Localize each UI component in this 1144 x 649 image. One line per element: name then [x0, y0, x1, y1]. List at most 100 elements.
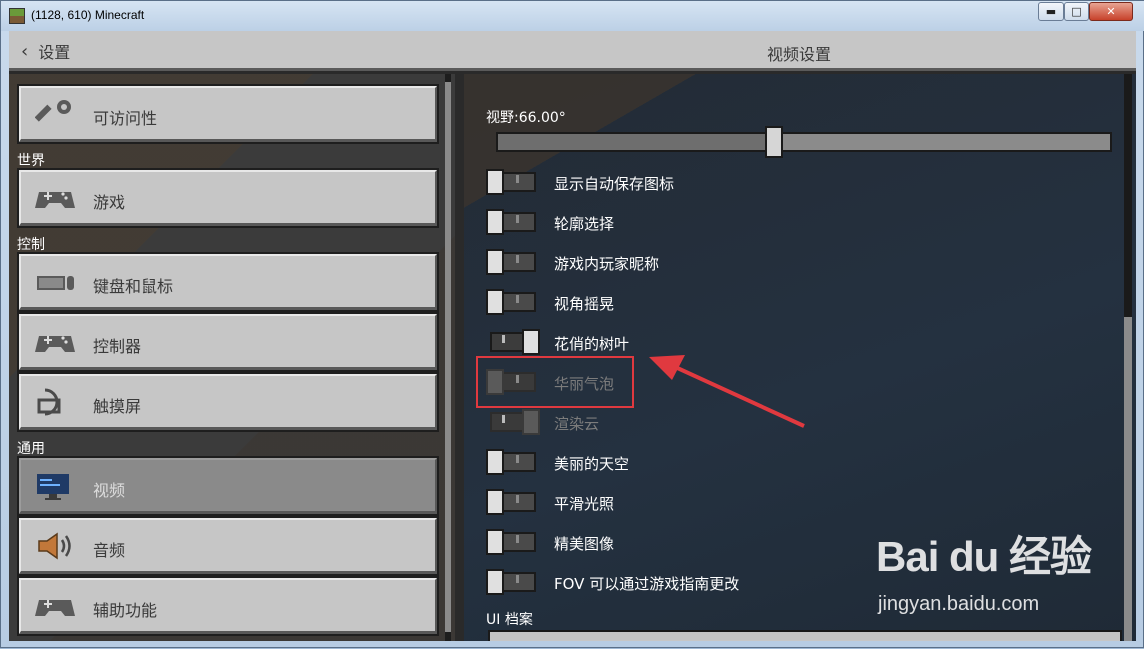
- sidebar-item-label: 音频: [93, 541, 126, 560]
- toggle-row[interactable]: 轮廓选择: [486, 207, 1086, 237]
- title-bar[interactable]: (1128, 610) Minecraft ▬ □ ✕: [1, 1, 1144, 31]
- maximize-button[interactable]: □: [1064, 2, 1089, 21]
- fov-label: 视野:66.00°: [486, 110, 566, 126]
- sidebar-item-audio[interactable]: 音频: [17, 516, 439, 576]
- toggle-indicator: [516, 535, 519, 543]
- toggle-label: 花俏的树叶: [554, 335, 630, 353]
- controller-icon: [35, 336, 75, 352]
- annotation-highlight-box: [476, 356, 634, 408]
- settings-sidebar: 世界 控制 通用 可访问性 游戏 键盘和鼠标 控制器 触摸屏 视频 音频 辅助功…: [9, 74, 455, 641]
- back-label: 设置: [38, 43, 71, 62]
- controller-icon: [35, 192, 75, 208]
- settings-scrollbar[interactable]: [1124, 74, 1132, 641]
- page-title: 视频设置: [766, 45, 831, 64]
- toggle-knob[interactable]: [522, 409, 540, 435]
- toggle-label: FOV 可以通过游戏指南更改: [554, 575, 740, 593]
- toggle-knob[interactable]: [486, 169, 504, 195]
- sidebar-item-controller[interactable]: 控制器: [17, 312, 439, 372]
- window-title: (1128, 610) Minecraft: [31, 8, 145, 22]
- toggle-label: 游戏内玩家昵称: [554, 255, 660, 273]
- sidebar-item-game[interactable]: 游戏: [17, 168, 439, 228]
- close-button[interactable]: ✕: [1089, 2, 1133, 21]
- toggle-indicator: [516, 455, 519, 463]
- toggle-indicator: [516, 255, 519, 263]
- toggle-knob[interactable]: [486, 529, 504, 555]
- section-label-world: 世界: [17, 153, 45, 169]
- toggle-indicator: [516, 295, 519, 303]
- sidebar-item-label: 游戏: [93, 193, 126, 212]
- toggle-knob[interactable]: [486, 249, 504, 275]
- toggle-label: 视角摇晃: [554, 295, 615, 313]
- fov-slider-thumb[interactable]: [765, 126, 784, 158]
- sidebar-scrollbar-thumb[interactable]: [445, 82, 451, 632]
- toggle-switch[interactable]: [486, 289, 538, 315]
- toggle-knob[interactable]: [486, 209, 504, 235]
- toggle-switch[interactable]: [486, 529, 538, 555]
- toggle-indicator: [516, 215, 519, 223]
- key-icon: [35, 100, 71, 122]
- speaker-icon: [38, 532, 71, 560]
- watermark-logo: Bai du 经验: [876, 533, 1092, 580]
- toggle-knob[interactable]: [486, 489, 504, 515]
- toggle-row[interactable]: 游戏内玩家昵称: [486, 247, 1086, 277]
- toggle-indicator: [516, 575, 519, 583]
- sidebar-item-keyboard-mouse[interactable]: 键盘和鼠标: [17, 252, 439, 312]
- settings-header: ‹ 设置 视频设置: [9, 31, 1136, 71]
- toggle-switch[interactable]: [486, 489, 538, 515]
- minimize-button[interactable]: ▬: [1038, 2, 1064, 21]
- toggle-knob[interactable]: [522, 329, 540, 355]
- toggle-row[interactable]: 美丽的天空: [486, 447, 1086, 477]
- sidebar-item-label: 控制器: [93, 337, 142, 356]
- toggle-label: 渲染云: [554, 415, 600, 433]
- toggle-label: 轮廓选择: [554, 215, 615, 233]
- controller-icon: [35, 600, 75, 616]
- touch-icon: [37, 388, 61, 416]
- section-label-general: 通用: [17, 441, 45, 457]
- toggle-label: 精美图像: [554, 535, 615, 553]
- toggle-indicator: [516, 495, 519, 503]
- fov-slider-fill: [498, 134, 774, 150]
- toggle-label: 美丽的天空: [554, 455, 630, 473]
- sidebar-item-accessibility[interactable]: 可访问性: [17, 84, 439, 144]
- sidebar-item-label: 触摸屏: [93, 397, 142, 416]
- ui-profile-label: UI 档案: [486, 612, 533, 628]
- toggle-label: 平滑光照: [554, 495, 615, 513]
- toggle-row[interactable]: 花俏的树叶: [486, 327, 1086, 357]
- toggle-switch[interactable]: [486, 169, 538, 195]
- sidebar-item-label: 可访问性: [93, 109, 158, 128]
- sidebar-item-touchscreen[interactable]: 触摸屏: [17, 372, 439, 432]
- back-button[interactable]: ‹ 设置: [21, 39, 70, 63]
- sidebar-item-label: 视频: [93, 481, 126, 500]
- toggle-switch[interactable]: [486, 329, 540, 355]
- chevron-left-icon: ‹: [21, 40, 29, 62]
- toggle-knob[interactable]: [486, 569, 504, 595]
- sidebar-item-video[interactable]: 视频: [17, 456, 439, 516]
- toggle-row[interactable]: 显示自动保存图标: [486, 167, 1086, 197]
- toggle-switch[interactable]: [486, 249, 538, 275]
- toggle-switch[interactable]: [486, 209, 538, 235]
- keyboard-icon: [37, 276, 74, 290]
- sidebar-item-helper[interactable]: 辅助功能: [17, 576, 439, 636]
- settings-scrollbar-thumb[interactable]: [1124, 317, 1132, 641]
- toggle-indicator: [502, 335, 505, 343]
- toggle-row[interactable]: 视角摇晃: [486, 287, 1086, 317]
- watermark-url: jingyan.baidu.com: [878, 593, 1040, 615]
- app-window: (1128, 610) Minecraft ▬ □ ✕ ‹ 设置 视频设置 世界…: [0, 0, 1144, 648]
- toggle-knob[interactable]: [486, 289, 504, 315]
- toggle-switch[interactable]: [486, 409, 540, 435]
- toggle-label: 显示自动保存图标: [554, 175, 675, 193]
- fov-slider[interactable]: [496, 132, 1112, 152]
- sidebar-item-label: 辅助功能: [93, 601, 158, 620]
- section-label-controls: 控制: [17, 237, 45, 253]
- toggle-row[interactable]: 渲染云: [486, 407, 1086, 437]
- toggle-row[interactable]: 平滑光照: [486, 487, 1086, 517]
- baidu-jingyan-watermark: Bai du 经验 jingyan.baidu.com: [876, 523, 1096, 633]
- toggle-indicator: [516, 175, 519, 183]
- sidebar-item-label: 键盘和鼠标: [93, 277, 174, 296]
- sidebar-scrollbar[interactable]: [445, 74, 451, 641]
- monitor-icon: [37, 474, 69, 500]
- toggle-knob[interactable]: [486, 449, 504, 475]
- minecraft-app-icon: [9, 8, 25, 24]
- toggle-switch[interactable]: [486, 449, 538, 475]
- toggle-switch[interactable]: [486, 569, 538, 595]
